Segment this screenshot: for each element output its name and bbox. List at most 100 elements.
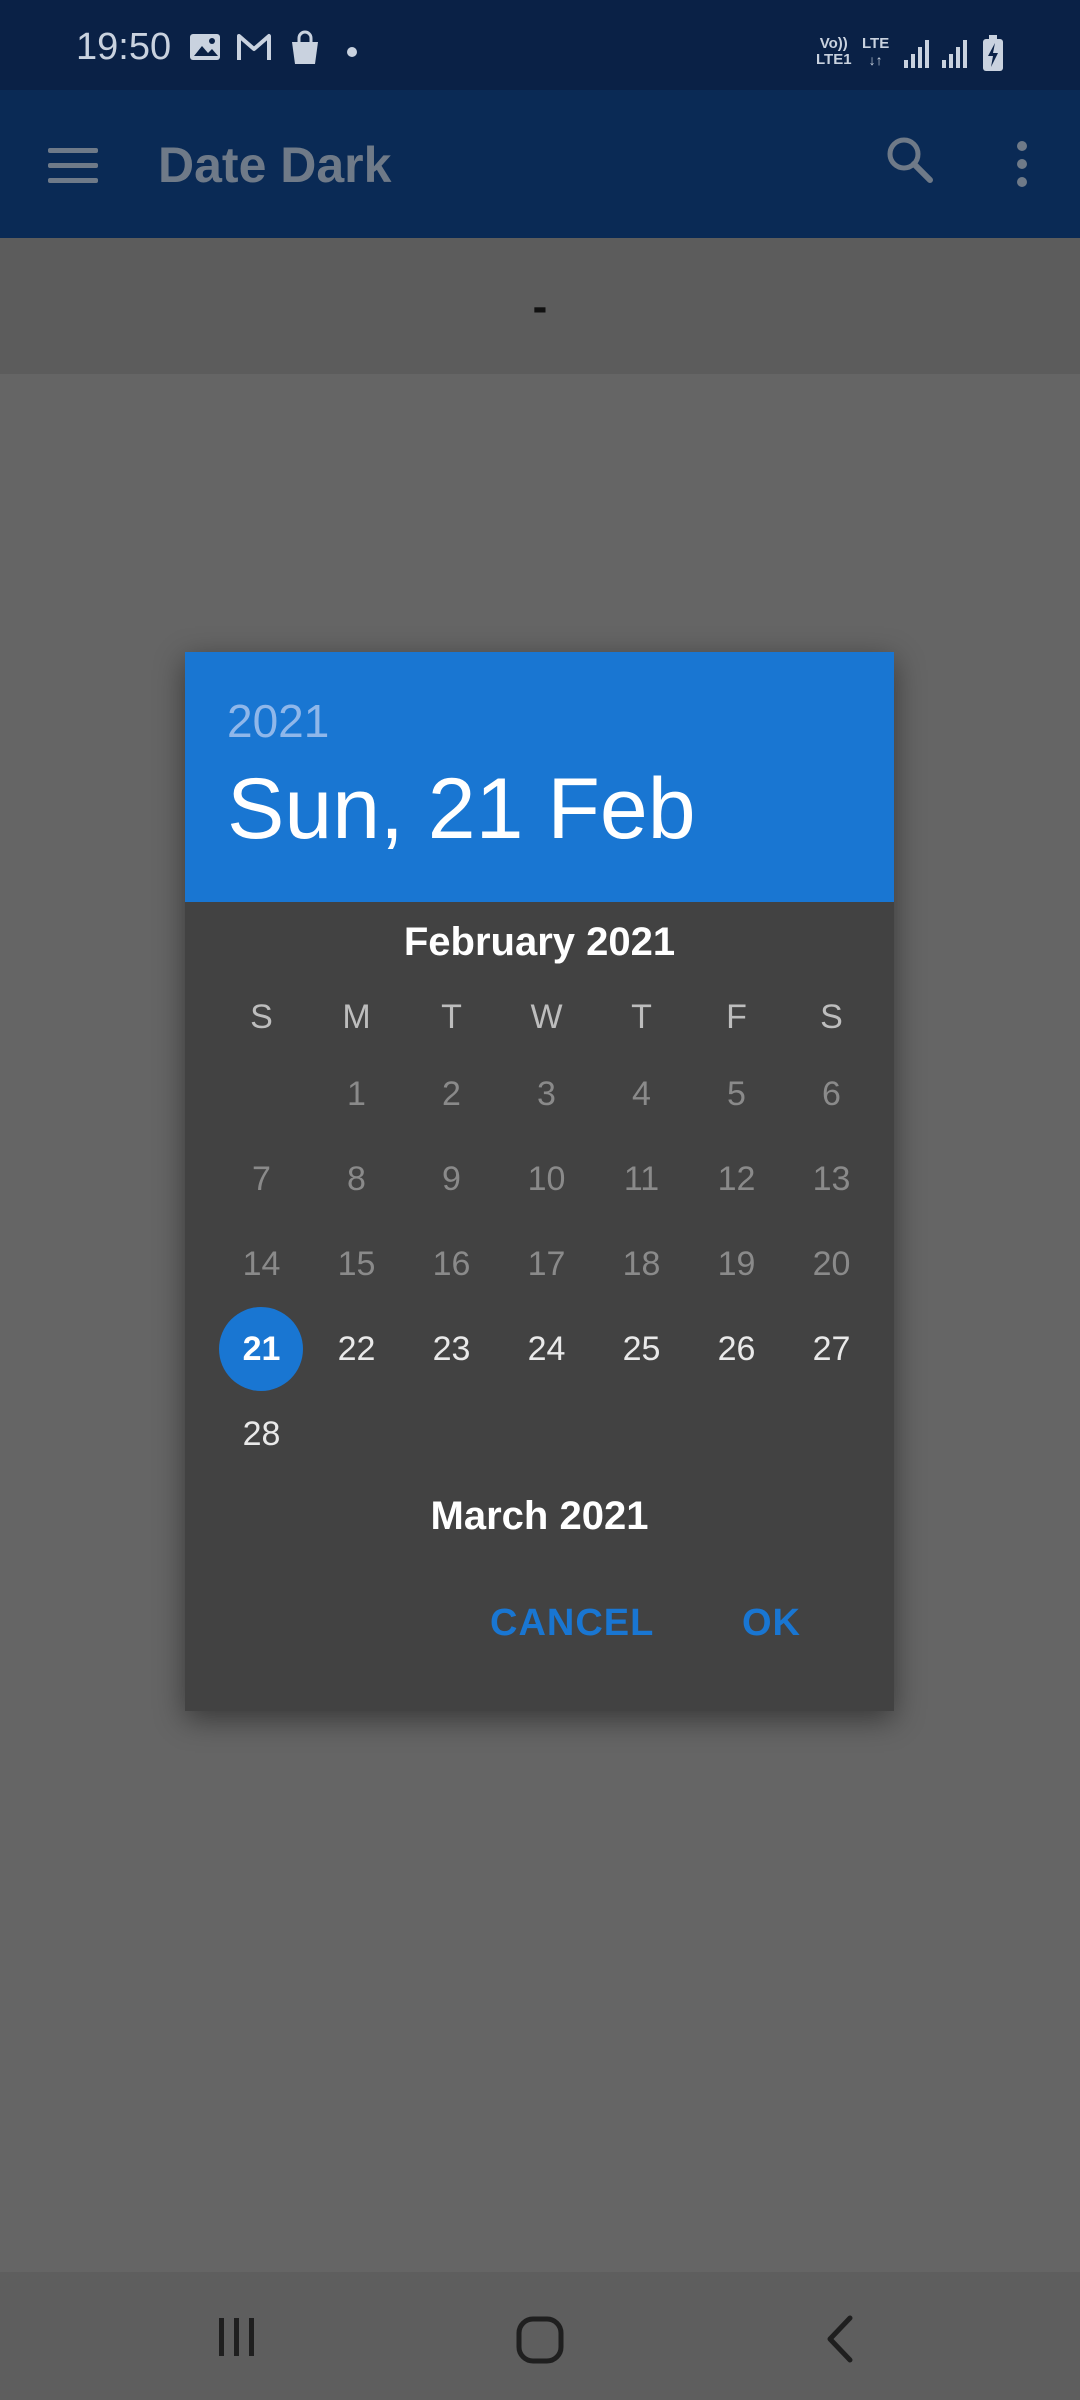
image-icon: [190, 34, 220, 60]
calendar-day: 4: [594, 1052, 689, 1137]
calendar-day[interactable]: 22: [309, 1307, 404, 1392]
home-icon[interactable]: [514, 2314, 566, 2366]
calendar-day: 18: [594, 1222, 689, 1307]
weekday-label: F: [726, 998, 747, 1036]
calendar-day-number: 13: [812, 1160, 851, 1198]
weekday-label: M: [342, 998, 371, 1036]
calendar-day-number: 2: [442, 1075, 461, 1113]
calendar-day-number: 25: [622, 1330, 661, 1368]
calendar-week-row: 1 2 3 4 5 6: [214, 1052, 879, 1137]
calendar-day-number: 7: [252, 1160, 271, 1198]
calendar-week-row: 14 15 16 17 18 19 20: [214, 1222, 879, 1307]
status-bar: 19:50 Vo)) LTE1 LTE ↓↑: [0, 0, 1080, 90]
calendar-day-number: 26: [717, 1330, 756, 1368]
hamburger-icon[interactable]: [48, 148, 98, 184]
volte-label: Vo)): [819, 35, 848, 52]
lte1-label: LTE1: [816, 51, 852, 68]
calendar-day-number: 16: [432, 1245, 471, 1283]
calendar-empty-cell: [404, 1392, 499, 1477]
lte-icon: LTE ↓↑: [862, 35, 890, 69]
calendar-week-row: 7 8 9 10 11 12 13: [214, 1137, 879, 1222]
year-label[interactable]: 2021: [227, 694, 329, 748]
calendar-day[interactable]: 26: [689, 1307, 784, 1392]
calendar-day-number: 28: [242, 1415, 281, 1453]
weekday-label: T: [441, 998, 462, 1036]
calendar-day[interactable]: 25: [594, 1307, 689, 1392]
calendar-day-number: 8: [347, 1160, 366, 1198]
date-display[interactable]: -: [0, 238, 1080, 374]
calendar-day: 14: [214, 1222, 309, 1307]
calendar-day-number: 14: [242, 1245, 281, 1283]
status-time: 19:50: [76, 26, 172, 68]
calendar-day: 20: [784, 1222, 879, 1307]
calendar-day-number: 21: [242, 1330, 281, 1368]
calendar-day: 13: [784, 1137, 879, 1222]
calendar-day: 19: [689, 1222, 784, 1307]
calendar-empty-cell: [594, 1392, 689, 1477]
recents-icon[interactable]: [214, 2314, 260, 2360]
selected-date-label[interactable]: Sun, 21 Feb: [227, 760, 696, 859]
calendar-day: 16: [404, 1222, 499, 1307]
calendar-day-number: 15: [337, 1245, 376, 1283]
weekday-label: T: [631, 998, 652, 1036]
calendar-day-number: 22: [337, 1330, 376, 1368]
app-bar: Date Dark: [0, 90, 1080, 238]
back-icon[interactable]: [822, 2314, 858, 2364]
calendar-empty-cell: [499, 1392, 594, 1477]
calendar-day[interactable]: 23: [404, 1307, 499, 1392]
more-vert-icon[interactable]: [1008, 136, 1036, 192]
cancel-button[interactable]: CANCEL: [490, 1602, 654, 1645]
dot-icon: [347, 47, 357, 57]
next-month-title: March 2021: [430, 1494, 649, 1538]
gmail-icon: [237, 34, 271, 60]
shopping-bag-icon: [292, 30, 318, 64]
search-icon[interactable]: [884, 134, 936, 186]
calendar-day[interactable]: 28: [214, 1392, 309, 1477]
calendar-day-number: 9: [442, 1160, 461, 1198]
calendar-day-number: 20: [812, 1245, 851, 1283]
calendar-day: 9: [404, 1137, 499, 1222]
navigation-bar: [0, 2272, 1080, 2400]
calendar-day-number: 6: [822, 1075, 841, 1113]
calendar-day: 11: [594, 1137, 689, 1222]
calendar-day-number: 3: [537, 1075, 556, 1113]
app-title: Date Dark: [158, 137, 392, 193]
calendar-day-number: 1: [347, 1075, 366, 1113]
calendar-day-number: 19: [717, 1245, 756, 1283]
calendar-day: 3: [499, 1052, 594, 1137]
calendar-day: 7: [214, 1137, 309, 1222]
calendar-grid: 1 2 3 4 5 6 7 8 9 10 11 12 13 14 15 16 17 18 19 20 21 22 23 24 2…: [214, 1052, 879, 1477]
calendar-day-number: 18: [622, 1245, 661, 1283]
calendar-day-number: 5: [727, 1075, 746, 1113]
calendar-day-number: 17: [527, 1245, 566, 1283]
volte-icon: Vo)) LTE1: [816, 36, 852, 68]
calendar-day-number: 4: [632, 1075, 651, 1113]
calendar-day: 2: [404, 1052, 499, 1137]
dialog-header: 2021 Sun, 21 Feb: [185, 652, 894, 902]
month-title: February 2021: [403, 920, 676, 964]
calendar-day: 17: [499, 1222, 594, 1307]
calendar-day-number: 27: [812, 1330, 851, 1368]
calendar-day: 1: [309, 1052, 404, 1137]
calendar-empty-cell: [214, 1052, 309, 1137]
calendar-day[interactable]: 27: [784, 1307, 879, 1392]
weekday-label: W: [530, 998, 563, 1036]
lte-label: LTE: [862, 35, 890, 52]
calendar-day-number: 23: [432, 1330, 471, 1368]
calendar-day: 6: [784, 1052, 879, 1137]
weekday-label: S: [250, 998, 273, 1036]
ok-button[interactable]: OK: [742, 1602, 801, 1645]
calendar-day-number: 10: [527, 1160, 566, 1198]
calendar-day-number: 24: [527, 1330, 566, 1368]
calendar-day[interactable]: 24: [499, 1307, 594, 1392]
calendar-day: 8: [309, 1137, 404, 1222]
signal-icon: [942, 40, 967, 68]
calendar-day: 12: [689, 1137, 784, 1222]
calendar-day: 10: [499, 1137, 594, 1222]
calendar-day-selected[interactable]: 21: [214, 1307, 309, 1392]
calendar-day-number: 12: [717, 1160, 756, 1198]
calendar-empty-cell: [784, 1392, 879, 1477]
battery-charging-icon: [983, 35, 1003, 71]
calendar-day: 5: [689, 1052, 784, 1137]
weekday-header: SMTWTFS: [214, 998, 879, 1037]
